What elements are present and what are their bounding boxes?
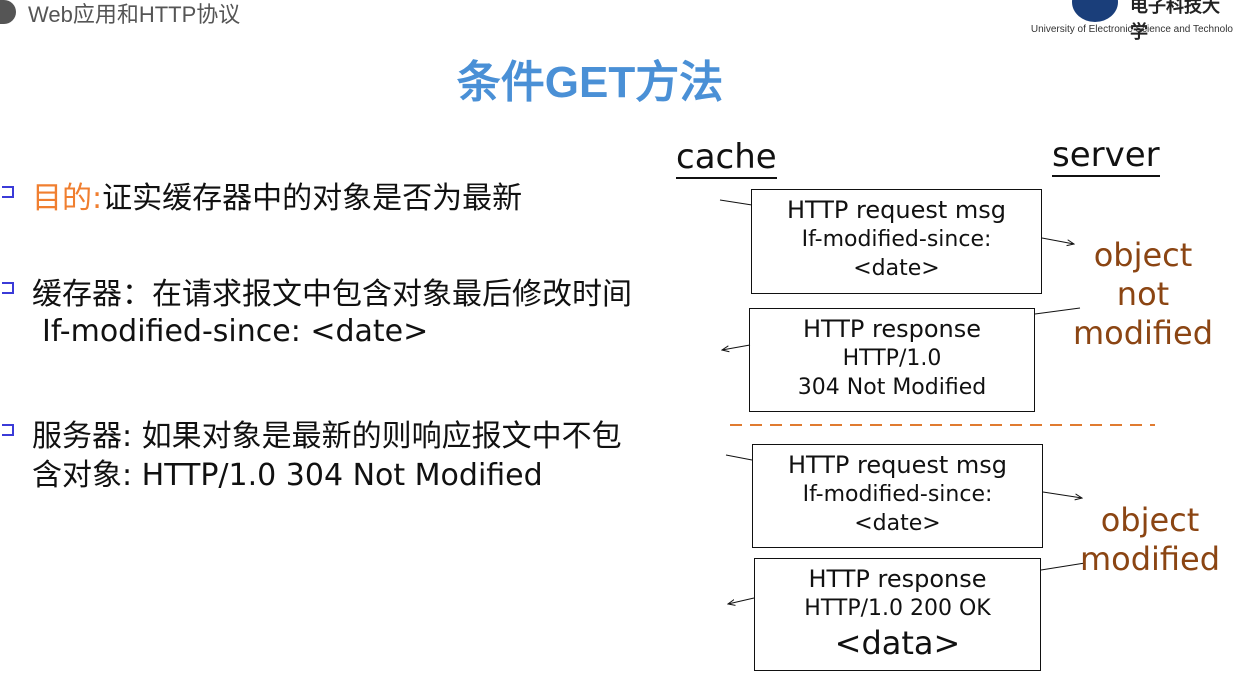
- note-line: not: [1116, 275, 1170, 313]
- note-line: modified: [1079, 540, 1221, 578]
- box-line: HTTP request msg: [787, 451, 1008, 479]
- box-line: HTTP/1.0: [842, 346, 942, 371]
- note-modified: object modified: [1075, 501, 1225, 579]
- box-line: <date>: [853, 256, 940, 281]
- response-box-2: HTTP response HTTP/1.0 200 OK <data>: [754, 558, 1041, 671]
- box-line: 304 Not Modified: [797, 375, 987, 400]
- response-box-1: HTTP response HTTP/1.0 304 Not Modified: [749, 308, 1035, 412]
- box-line: If-modified-since:: [802, 482, 993, 507]
- box-line: HTTP request msg: [786, 196, 1007, 224]
- note-line: object: [1093, 236, 1193, 274]
- request-box-2: HTTP request msg If-modified-since: <date>: [752, 444, 1043, 548]
- arrow-line: [725, 454, 753, 461]
- box-line: <data>: [834, 624, 961, 662]
- box-line: <date>: [854, 511, 941, 536]
- arrow-line: [728, 597, 755, 604]
- box-line: HTTP/1.0 200 OK: [804, 596, 991, 621]
- box-line: HTTP response: [802, 315, 982, 343]
- arrow-line: [719, 199, 753, 206]
- arrow-line: [1042, 491, 1082, 498]
- box-line: HTTP response: [808, 565, 987, 593]
- arrow-line: [722, 344, 751, 350]
- request-box-1: HTTP request msg If-modified-since: <date>: [751, 189, 1042, 294]
- note-not-modified: object not modified: [1068, 236, 1218, 353]
- note-line: modified: [1072, 314, 1214, 352]
- box-line: If-modified-since:: [801, 227, 992, 252]
- diagram-lines: [719, 199, 1155, 695]
- note-line: object: [1100, 501, 1200, 539]
